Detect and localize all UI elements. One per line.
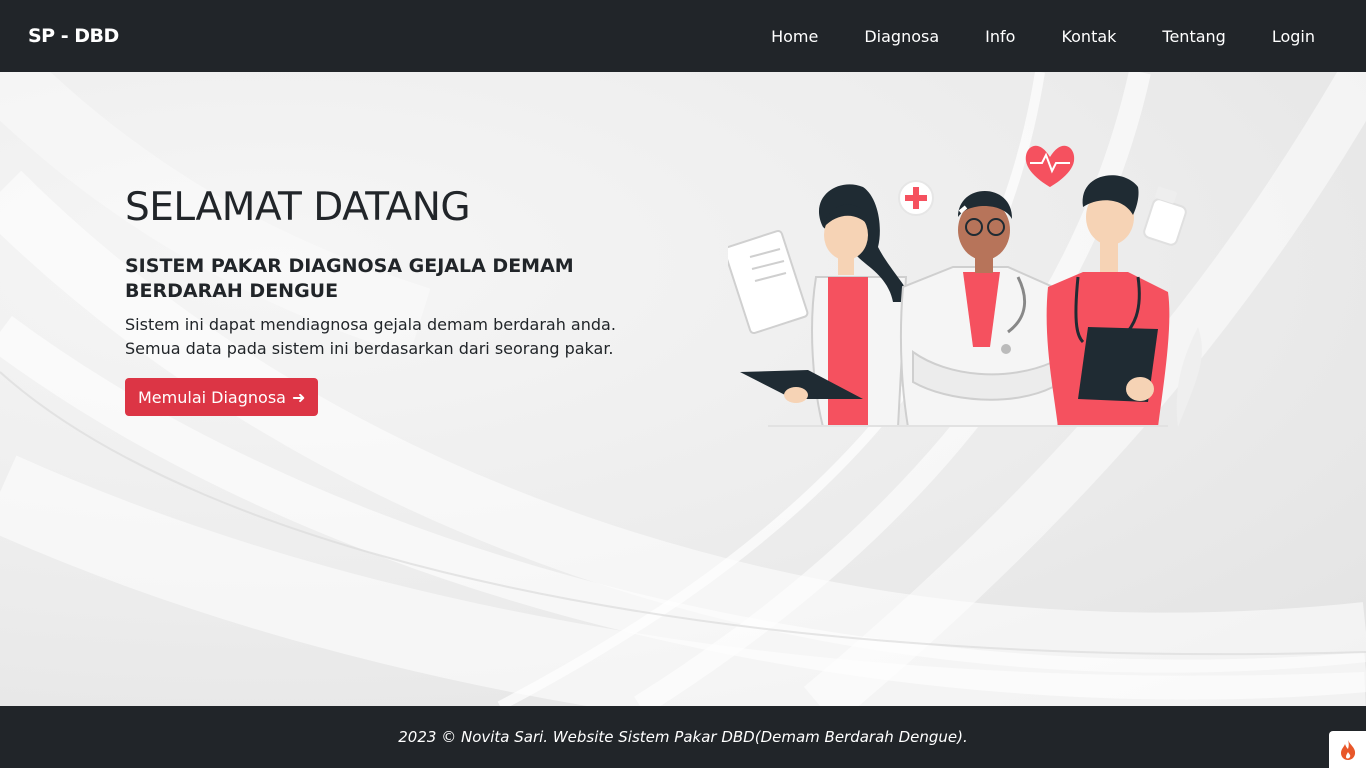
nav-kontak[interactable]: Kontak	[1061, 27, 1116, 46]
page-title: SELAMAT DATANG	[125, 185, 471, 230]
arrow-right-icon: ➜	[291, 387, 306, 407]
hero-description: Sistem ini dapat mendiagnosa gejala dema…	[125, 313, 685, 361]
clipboard-background-icon	[728, 229, 809, 335]
brand-logo[interactable]: SP - DBD	[28, 25, 119, 47]
nav-tentang[interactable]: Tentang	[1162, 27, 1225, 46]
start-diagnosis-button[interactable]: Memulai Diagnosa ➜	[125, 378, 319, 417]
description-line-1: Sistem ini dapat mendiagnosa gejala dema…	[125, 315, 616, 335]
hero-content: SELAMAT DATANG SISTEM PAKAR DIAGNOSA GEJ…	[125, 185, 685, 417]
footer: 2023 © Novita Sari. Website Sistem Pakar…	[0, 706, 1366, 768]
nav-login[interactable]: Login	[1272, 27, 1315, 46]
footer-copyright: 2023 © Novita Sari. Website Sistem Pakar…	[398, 728, 968, 746]
nav-home[interactable]: Home	[771, 27, 818, 46]
floating-flame-button[interactable]	[1329, 731, 1366, 768]
medical-plus-icon	[898, 180, 934, 216]
doctors-illustration	[728, 145, 1202, 427]
nav-info[interactable]: Info	[985, 27, 1015, 46]
pill-bottle-icon	[1143, 186, 1187, 246]
navbar: SP - DBD Home Diagnosa Info Kontak Tenta…	[0, 0, 1366, 72]
hero-subtitle: SISTEM PAKAR DIAGNOSA GEJALA DEMAM BERDA…	[125, 254, 574, 302]
heart-icon	[1025, 145, 1075, 187]
flame-icon	[1340, 739, 1355, 760]
description-line-2: Semua data pada sistem ini berdasarkan d…	[125, 339, 614, 359]
start-diagnosis-label: Memulai Diagnosa	[138, 387, 286, 407]
nav-links: Home Diagnosa Info Kontak Tentang Login	[771, 27, 1315, 46]
doctor-man-figure	[899, 190, 1063, 427]
hero-section: SELAMAT DATANG SISTEM PAKAR DIAGNOSA GEJ…	[0, 72, 1366, 706]
nav-diagnosa[interactable]: Diagnosa	[864, 27, 939, 46]
